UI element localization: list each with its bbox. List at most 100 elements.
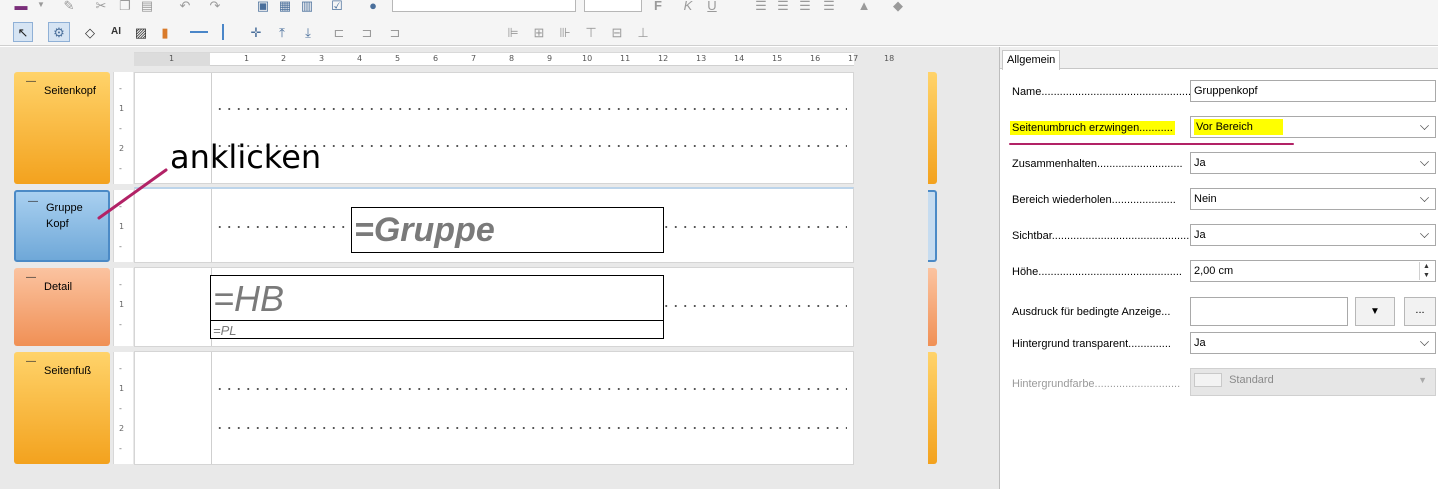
background-color-icon[interactable]: ◆ (890, 0, 906, 12)
collapse-icon[interactable]: — (26, 76, 36, 87)
edit-mode-icon[interactable]: ✎ (60, 0, 78, 12)
hb-field-text: =HB (213, 278, 285, 319)
font-color-icon[interactable]: ▲ (856, 0, 872, 12)
chevron-down-icon[interactable] (1420, 157, 1429, 166)
align-left-icon[interactable]: ☰ (754, 0, 768, 12)
visible-select[interactable]: Ja (1190, 224, 1436, 246)
function-dropdown-button[interactable]: ▼ (1355, 297, 1395, 326)
vruler-label: - (119, 124, 122, 133)
vruler-label: - (119, 364, 122, 373)
section-end-bar (928, 352, 937, 464)
panel-tabbar: Allgemein (1000, 47, 1438, 70)
section-label-gruppenkopf[interactable]: — Gruppe Kopf (14, 190, 110, 262)
shrink-left-icon[interactable]: ⊏ (330, 24, 348, 40)
section-label-detail[interactable]: — Detail (14, 268, 110, 346)
chevron-down-icon[interactable] (1420, 121, 1429, 130)
section-label-seitenkopf[interactable]: — Seitenkopf (14, 72, 110, 184)
select-pointer-icon[interactable]: ↖ (13, 22, 33, 42)
pl-field[interactable]: =PL (210, 320, 664, 339)
sorting-grouping-icon[interactable]: ▦ (278, 0, 292, 12)
align-top-icon[interactable]: ⤒ (274, 24, 290, 40)
horizontal-ruler: 1 1 2 3 4 5 6 7 8 9 10 11 12 13 14 15 16… (134, 52, 894, 66)
align-bottom-edges-icon[interactable]: ⊥ (634, 24, 652, 40)
image-icon[interactable]: ▨ (132, 24, 150, 40)
report-controls-toolbar: ↖ ⚙ ◇ AI ▨ ▮ ✛ ⤒ ⤓ ⊏ ⊐ ⊐ ⊫ ⊞ ⊪ ⊤ ⊟ ⊥ (0, 18, 1438, 46)
shrink-icon[interactable]: ⊐ (358, 24, 376, 40)
copy-icon[interactable]: ❐ (118, 0, 132, 12)
ruler-label: 2 (281, 54, 287, 63)
paste-icon[interactable]: ▤ (140, 0, 154, 12)
save-dropdown-icon[interactable]: ▼ (36, 0, 46, 10)
underline-icon[interactable]: U (706, 0, 718, 12)
cut-icon[interactable]: ✂ (94, 0, 108, 12)
collapse-icon[interactable]: — (26, 272, 36, 283)
align-left-edges-icon[interactable]: ⊫ (504, 24, 522, 40)
center-horizontal-icon[interactable]: ⊞ (530, 24, 548, 40)
transparent-select[interactable]: Ja (1190, 332, 1436, 354)
keep-together-value: Ja (1194, 157, 1206, 169)
name-value: Gruppenkopf (1194, 85, 1258, 97)
text-field-icon[interactable]: AI (106, 24, 126, 40)
standard-toolbar: ▬ ▼ ✎ ✂ ❐ ▤ ↶ ↷ ▣ ▦ ▥ ☑ ● F K U ☰ ☰ ☰ ☰ … (0, 0, 1438, 18)
keep-together-select[interactable]: Ja (1190, 152, 1436, 174)
align-center-icon[interactable]: ☰ (776, 0, 790, 12)
grid-dots (215, 108, 847, 110)
select-objects-icon[interactable]: ⚙ (48, 22, 70, 42)
section-name-line1: Gruppe (46, 202, 83, 214)
align-right-edges-icon[interactable]: ⊪ (556, 24, 574, 40)
bold-icon[interactable]: F (652, 0, 664, 12)
conditional-print-input[interactable] (1190, 297, 1348, 326)
italic-icon[interactable]: K (682, 0, 694, 12)
keep-together-label: Zusammenhalten..........................… (1012, 158, 1183, 170)
help-icon[interactable]: ● (366, 0, 380, 12)
more-button[interactable]: ... (1404, 297, 1436, 326)
properties-icon[interactable]: ☑ (330, 0, 344, 12)
redo-icon[interactable]: ↷ (208, 0, 222, 12)
repeat-section-select[interactable]: Nein (1190, 188, 1436, 210)
properties-panel: Allgemein Name..........................… (999, 47, 1438, 489)
report-navigator-icon[interactable]: ▣ (256, 0, 270, 12)
repeat-section-value: Nein (1194, 193, 1217, 205)
transparent-label: Hintergrund transparent.............. (1012, 338, 1171, 350)
section-label-seitenfuss[interactable]: — Seitenfuß (14, 352, 110, 464)
collapse-icon[interactable]: — (28, 196, 38, 207)
shrink-right-icon[interactable]: ⊐ (386, 24, 404, 40)
center-vertical-icon[interactable]: ⊟ (608, 24, 626, 40)
save-icon[interactable]: ▬ (12, 0, 30, 12)
grid-dots (215, 427, 847, 429)
background-color-label: Hintergrundfarbe........................… (1012, 378, 1181, 390)
add-field-icon[interactable]: ▥ (300, 0, 314, 12)
gruppe-field[interactable]: =Gruppe (351, 207, 664, 253)
name-field[interactable]: Gruppenkopf (1190, 80, 1436, 102)
section-canvas-seitenfuss[interactable] (134, 351, 854, 465)
chevron-down-icon[interactable] (1420, 337, 1429, 346)
more-button-label: ... (1415, 304, 1425, 316)
height-spinfield[interactable]: 2,00 cm ▲ ▼ (1190, 260, 1436, 282)
vertical-line-icon[interactable] (222, 24, 224, 40)
vruler-label: - (119, 444, 122, 453)
align-right-icon[interactable]: ☰ (798, 0, 812, 12)
section-name: Detail (44, 281, 73, 293)
chevron-down-icon[interactable] (1420, 193, 1429, 202)
background-color-select[interactable]: Standard ▼ (1190, 368, 1436, 396)
vruler-label: - (119, 202, 122, 211)
vruler-label: 2 (119, 424, 125, 433)
align-center-vertical-icon[interactable]: ✛ (248, 24, 264, 40)
tab-allgemein[interactable]: Allgemein (1002, 50, 1061, 70)
align-bottom-icon[interactable]: ⤓ (300, 24, 316, 40)
hb-field[interactable]: =HB (210, 275, 664, 321)
font-size-box[interactable] (584, 0, 642, 12)
horizontal-line-icon[interactable] (190, 31, 208, 33)
spin-buttons-icon[interactable]: ▲ ▼ (1419, 262, 1433, 280)
font-name-box[interactable] (392, 0, 576, 12)
force-new-page-select[interactable]: Vor Bereich (1190, 116, 1436, 138)
justify-icon[interactable]: ☰ (822, 0, 836, 12)
align-top-edges-icon[interactable]: ⊤ (582, 24, 600, 40)
visible-label: Sichtbar................................… (1012, 230, 1214, 242)
label-field-icon[interactable]: ◇ (82, 24, 98, 40)
ruler-label: 3 (319, 54, 325, 63)
chart-icon[interactable]: ▮ (156, 24, 174, 40)
undo-icon[interactable]: ↶ (178, 0, 192, 12)
chevron-down-icon[interactable] (1420, 229, 1429, 238)
collapse-icon[interactable]: — (26, 356, 36, 367)
